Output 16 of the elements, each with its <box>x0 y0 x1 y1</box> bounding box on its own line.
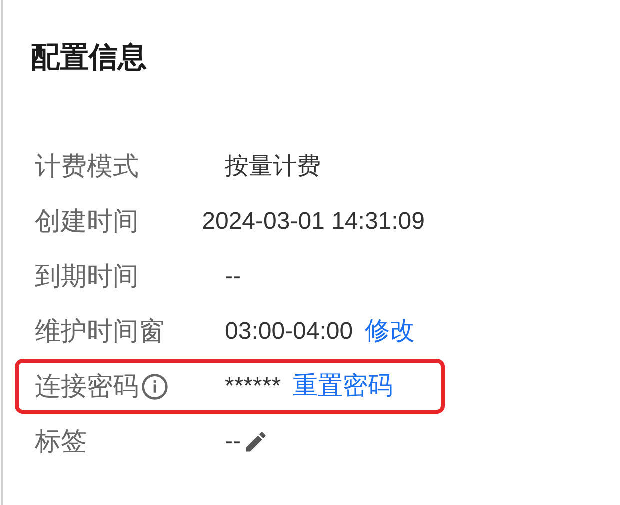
field-value: 按量计费 <box>225 152 321 182</box>
edit-link[interactable]: 修改 <box>365 312 416 350</box>
field-value: 03:00-04:00 <box>225 316 354 346</box>
field-label: 标签 <box>35 425 87 458</box>
field-value: -- <box>225 262 241 292</box>
field-label: 计费模式 <box>35 150 139 183</box>
info-icon[interactable] <box>141 372 169 400</box>
field-value: ****** <box>225 372 282 402</box>
field-label: 维护时间窗 <box>35 315 165 348</box>
field-value: 2024-03-01 14:31:09 <box>202 206 425 236</box>
field-label: 连接密码 <box>35 370 139 403</box>
reset-password-link[interactable]: 重置密码 <box>293 368 394 406</box>
field-label: 到期时间 <box>35 260 139 293</box>
field-value: -- <box>225 426 241 456</box>
section-title: 配置信息 <box>31 41 147 76</box>
field-label: 创建时间 <box>35 205 139 238</box>
